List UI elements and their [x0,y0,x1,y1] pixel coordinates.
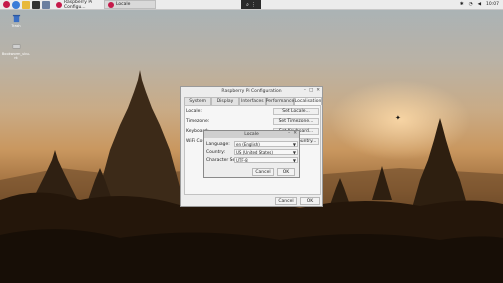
desktop-icon-trash[interactable]: Trash [1,14,31,28]
close-icon[interactable]: ✕ [316,88,320,93]
locale-label: Locale: [186,109,202,114]
wifi-icon[interactable]: ◔ [469,2,473,7]
tab-interfaces[interactable]: Interfaces [238,97,266,105]
volume-icon[interactable]: ◀ [478,2,481,7]
raspberry-icon [56,1,62,8]
set-timezone-button[interactable]: Set Timezone... [273,118,319,125]
language-value: en (English) [236,141,260,147]
desktop-icon-label: Bookworm_ubu-nt [1,52,31,60]
chevron-down-icon: ▼ [292,157,296,163]
tab-performance[interactable]: Performance [266,97,294,105]
browser-icon[interactable] [12,0,20,9]
desktop-icon-label: Trash [11,24,21,28]
taskbar-task-label: Locale [116,2,131,7]
close-icon[interactable]: ✕ [293,131,297,136]
window-title: Raspberry Pi Configuration [221,88,282,94]
minimize-icon[interactable]: – [304,88,306,93]
locale-dialog: Locale – ✕ Language: en (English) ▼ Coun… [203,130,300,178]
dialog-cancel-button[interactable]: Cancel [252,168,274,176]
tab-bar: System Display Interfaces Performance Lo… [184,97,322,105]
tab-localisation[interactable]: Localisation [293,97,322,105]
chevron-down-icon: ▼ [292,141,296,147]
character-set-select[interactable]: UTF-8 ▼ [234,157,298,163]
magnifier-widget[interactable]: ⌕ ⋮ [241,0,261,9]
terminal-icon[interactable] [32,0,40,9]
dialog-title: Locale [244,132,259,137]
taskbar-task-label: Raspberry Pi Configu... [64,0,93,10]
window-titlebar[interactable]: Raspberry Pi Configuration – □ ✕ [181,87,322,95]
file-manager-icon[interactable] [22,0,30,9]
country-value: US (United States) [236,149,273,155]
tab-system[interactable]: System [184,97,212,105]
ok-button[interactable]: OK [300,197,320,205]
drive-icon [12,44,20,49]
bluetooth-icon[interactable]: ✱ [460,2,464,7]
dialog-ok-button[interactable]: OK [277,168,295,176]
timezone-label: Timezone: [186,119,210,124]
country-label: Country: [206,150,226,155]
desktop-icon-drive[interactable]: Bookworm_ubu-nt [1,42,31,60]
language-label: Language: [206,142,230,147]
system-tray: ✱ ◔ ◀ 10:07 [460,2,503,7]
trash-icon [12,14,20,23]
country-select[interactable]: US (United States) ▼ [234,149,298,155]
cancel-button[interactable]: Cancel [275,197,297,205]
raspberry-menu-icon[interactable] [3,1,10,8]
chevron-down-icon: ▼ [292,149,296,155]
search-icon: ⌕ [246,1,249,8]
character-set-value: UTF-8 [236,157,248,163]
menu-icon: ⋮ [250,1,256,8]
raspberry-icon [108,1,114,8]
language-select[interactable]: en (English) ▼ [234,141,298,147]
minimize-icon[interactable]: – [288,131,290,136]
tool-icon[interactable] [42,0,50,9]
clock[interactable]: 10:07 [486,2,499,7]
taskbar-task-config[interactable]: Raspberry Pi Configu... [52,0,104,10]
dialog-titlebar[interactable]: Locale – ✕ [204,131,299,138]
set-locale-button[interactable]: Set Locale... [273,108,319,115]
maximize-icon[interactable]: □ [309,88,313,93]
mouse-pointer-icon: ✦ [395,114,401,122]
tab-display[interactable]: Display [211,97,239,105]
taskbar-task-locale[interactable]: Locale [104,0,156,9]
